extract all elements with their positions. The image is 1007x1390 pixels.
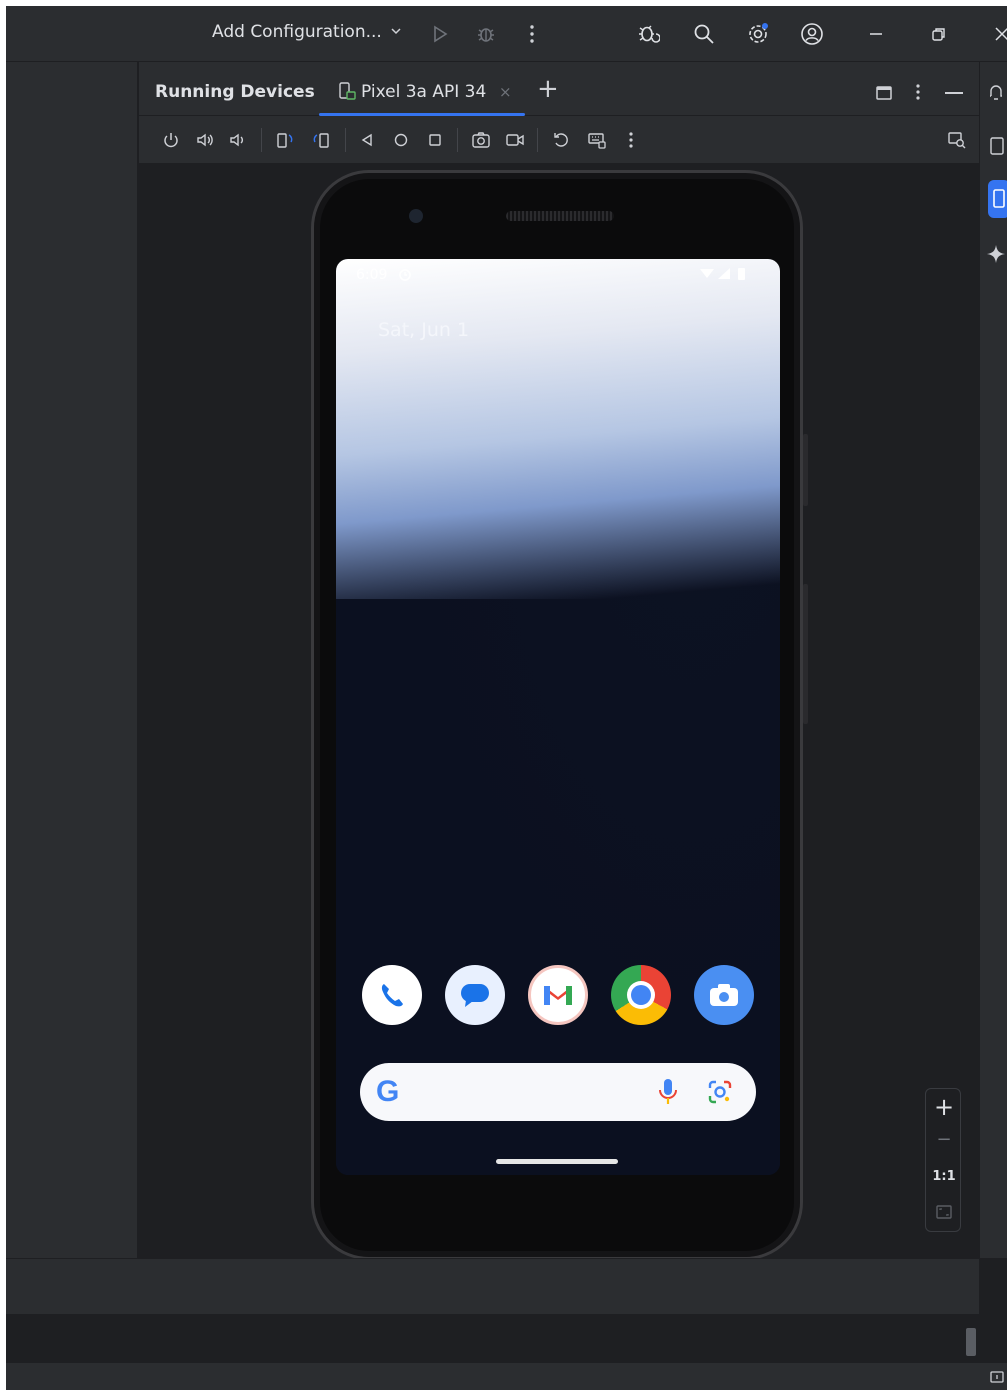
toolbar-more-icon[interactable] [619,128,643,152]
title-bar: Add Configuration... [6,6,1007,62]
phone-screen[interactable]: 6:09 Sat, Jun 1 G [336,259,780,1175]
panel-more-icon[interactable] [915,82,921,106]
add-tab-icon[interactable]: + [537,74,559,104]
fit-screen-icon[interactable] [935,1203,953,1225]
device-explorer-icon[interactable] [945,128,969,152]
running-devices-tool-button[interactable] [988,180,1007,218]
phone-volume-button [803,584,808,724]
tab-close-icon[interactable]: × [499,83,512,101]
zoom-controls: + − 1:1 [925,1088,961,1232]
zoom-actual-size-button[interactable]: 1:1 [926,1169,962,1184]
left-tool-pane [6,62,138,1258]
run-icon[interactable] [426,20,454,48]
chevron-down-icon [390,22,402,42]
lens-icon[interactable] [706,1078,734,1106]
volume-up-icon[interactable] [193,128,217,152]
notifications-icon[interactable] [984,80,1007,104]
device-toolbar [139,116,979,164]
tab-pixel-3a[interactable]: Pixel 3a API 34 × [319,62,525,116]
settings-icon[interactable] [744,20,772,48]
hide-panel-icon[interactable] [945,92,963,94]
volume-down-icon[interactable] [225,128,249,152]
device-icon [337,81,357,105]
running-devices-header: Running Devices Pixel 3a API 34 × + [139,62,979,116]
restore-icon[interactable] [924,20,952,48]
bottom-tool-window [6,1258,979,1314]
reset-icon[interactable] [549,128,573,152]
sync-icon [398,267,412,286]
google-search-bar[interactable]: G [360,1063,756,1121]
more-vert-icon[interactable] [518,20,546,48]
status-bar-widget-icon[interactable] [990,1369,1004,1388]
phone-frame: 6:09 Sat, Jun 1 G [311,170,803,1260]
mic-icon[interactable] [656,1077,680,1107]
tab-label: Pixel 3a API 34 [361,82,487,102]
zoom-in-button[interactable]: + [926,1093,962,1121]
bug-sync-icon[interactable] [634,20,662,48]
status-bar [6,1362,1007,1390]
home-icon[interactable] [389,128,413,152]
rotate-right-icon[interactable] [309,128,333,152]
earpiece-speaker [506,211,614,221]
config-label: Add Configuration... [212,22,382,42]
lockscreen-date: Sat, Jun 1 [378,319,470,341]
phone-app-icon[interactable] [362,965,422,1025]
screen-record-icon[interactable] [503,128,527,152]
gmail-app-icon[interactable] [528,965,588,1025]
power-icon[interactable] [159,128,183,152]
app-dock [362,965,754,1025]
android-studio-window: Add Configuration... Running Devices Pix… [6,6,1007,1390]
rotate-left-icon[interactable] [273,128,297,152]
window-layout-icon[interactable] [875,84,893,106]
minimize-icon[interactable] [862,20,890,48]
front-camera [409,209,423,223]
device-manager-icon[interactable] [984,134,1007,158]
messages-app-icon[interactable] [445,965,505,1025]
device-display-area: 6:09 Sat, Jun 1 G + − 1:1 [139,164,979,1260]
right-tool-strip [979,62,1007,1258]
account-icon[interactable] [798,20,826,48]
close-icon[interactable] [988,20,1007,48]
zoom-out-button[interactable]: − [926,1129,962,1150]
search-icon[interactable] [690,20,718,48]
bottom-output-area [6,1314,979,1362]
screenshot-icon[interactable] [469,128,493,152]
chrome-app-icon[interactable] [611,965,671,1025]
overview-icon[interactable] [423,128,447,152]
run-configuration-dropdown[interactable]: Add Configuration... [212,22,402,42]
camera-app-icon[interactable] [694,965,754,1025]
gemini-icon[interactable] [984,242,1007,266]
scrollbar-thumb[interactable] [966,1328,976,1356]
debug-icon[interactable] [472,20,500,48]
status-icons [698,266,752,286]
status-time: 6:09 [356,267,388,283]
keyboard-icon[interactable] [585,128,609,152]
back-icon[interactable] [355,128,379,152]
phone-power-button [803,434,808,506]
google-logo: G [376,1075,400,1108]
wallpaper-light [336,259,780,599]
panel-title: Running Devices [155,82,315,102]
gesture-nav-handle[interactable] [496,1159,618,1164]
